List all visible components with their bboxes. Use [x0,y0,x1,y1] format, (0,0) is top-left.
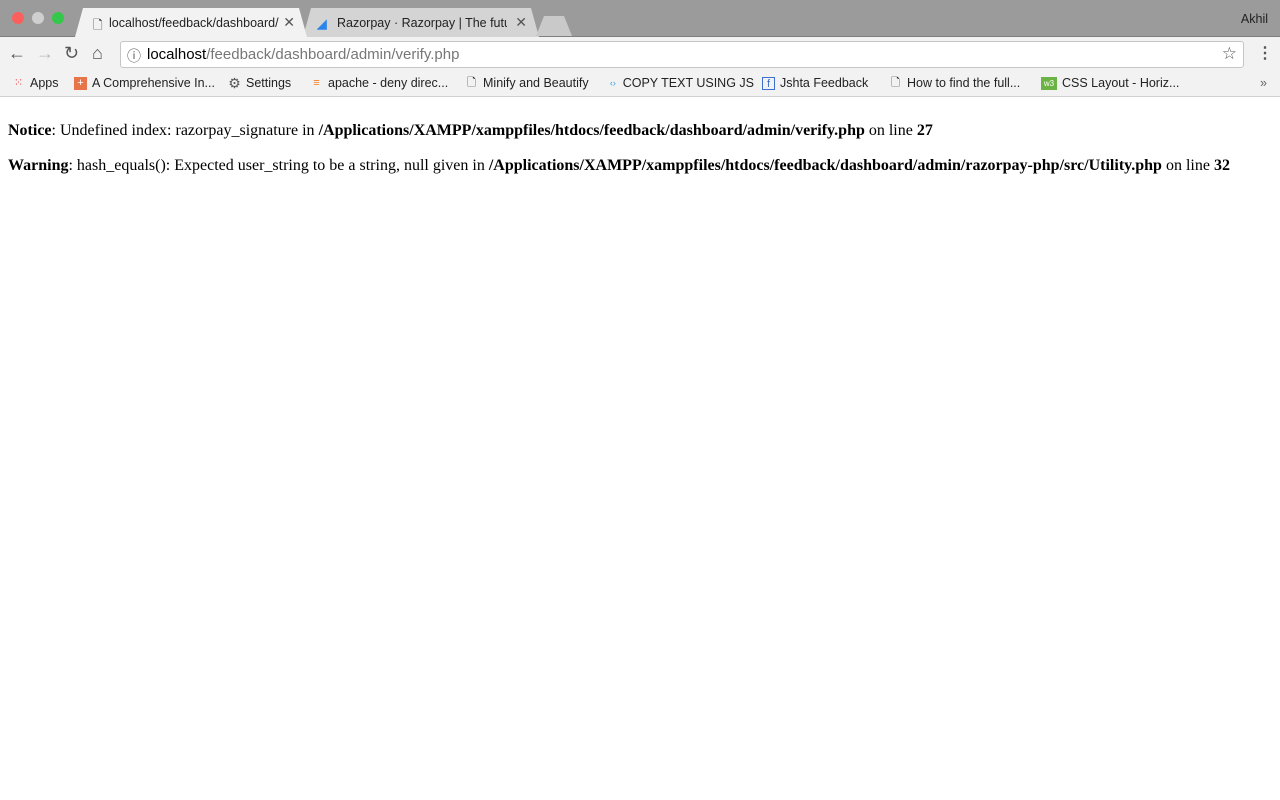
toolbar: ← → ↻ ⌂ ⓘ localhost/feedback/dashboard/a… [0,37,1280,72]
close-tab-icon[interactable]: ✕ [515,14,527,31]
bookmark-item[interactable]: ‹› COPY TEXT USING JS [608,76,754,90]
bookmark-item[interactable]: w3 CSS Layout - Horiz... [1041,76,1179,90]
page-icon: 🗋 [891,76,900,89]
bookmark-item[interactable]: 🗋 Minify and Beautify [465,76,589,90]
more-bookmarks-icon[interactable]: » [1260,76,1267,90]
address-bar[interactable]: ⓘ localhost/feedback/dashboard/admin/ver… [120,41,1244,68]
php-warning: Warning: hash_equals(): Expected user_st… [8,157,1230,174]
reload-icon[interactable]: ↻ [64,43,79,64]
page-content: Notice: Undefined index: razorpay_signat… [8,97,1230,175]
gear-icon: ⚙ [228,74,241,91]
bookmark-item[interactable]: + A Comprehensive In... [74,76,215,90]
star-icon[interactable]: ☆ [1222,44,1237,64]
plus-icon: + [74,76,87,90]
close-window-button[interactable] [12,12,24,24]
w3schools-icon: w3 [1041,76,1057,90]
code-icon: ‹› [609,77,616,88]
bookmark-item[interactable]: ≡ apache - deny direc... [310,76,448,90]
forward-icon[interactable]: → [36,43,54,64]
new-tab-button[interactable] [536,16,572,36]
close-tab-icon[interactable]: ✕ [283,14,295,31]
back-icon[interactable]: ← [8,43,26,64]
bookmark-item[interactable]: f Jshta Feedback [762,76,868,90]
tab-verify[interactable]: 🗋 localhost/feedback/dashboard/admin/ver… [75,8,307,37]
page-icon: 🗋 [93,18,103,32]
bookmark-apps[interactable]: ⁙ Apps [12,76,59,90]
bookmark-item[interactable]: 🗋 How to find the full... [889,76,1020,90]
php-notice: Notice: Undefined index: razorpay_signat… [8,122,933,139]
home-icon[interactable]: ⌂ [92,43,103,64]
profile-name[interactable]: Akhil [1241,12,1268,26]
menu-icon[interactable]: ⋮ [1257,43,1273,63]
facebook-icon: f [762,76,775,90]
tab-razorpay[interactable]: ◢ Razorpay · Razorpay | The future of pa… [303,8,539,37]
minimize-window-button[interactable] [32,12,44,24]
maximize-window-button[interactable] [52,12,64,24]
apps-grid-icon: ⁙ [13,76,24,89]
bookmark-item[interactable]: ⚙ Settings [228,74,291,91]
info-icon[interactable]: ⓘ [127,46,141,66]
stackoverflow-icon: ≡ [313,76,320,89]
page-icon: 🗋 [467,76,476,89]
title-bar: 🗋 localhost/feedback/dashboard/admin/ver… [0,0,1280,37]
razorpay-icon: ◢ [317,17,327,31]
bookmarks-bar: ⁙ Apps + A Comprehensive In... ⚙ Settings ≡… [0,72,1280,97]
